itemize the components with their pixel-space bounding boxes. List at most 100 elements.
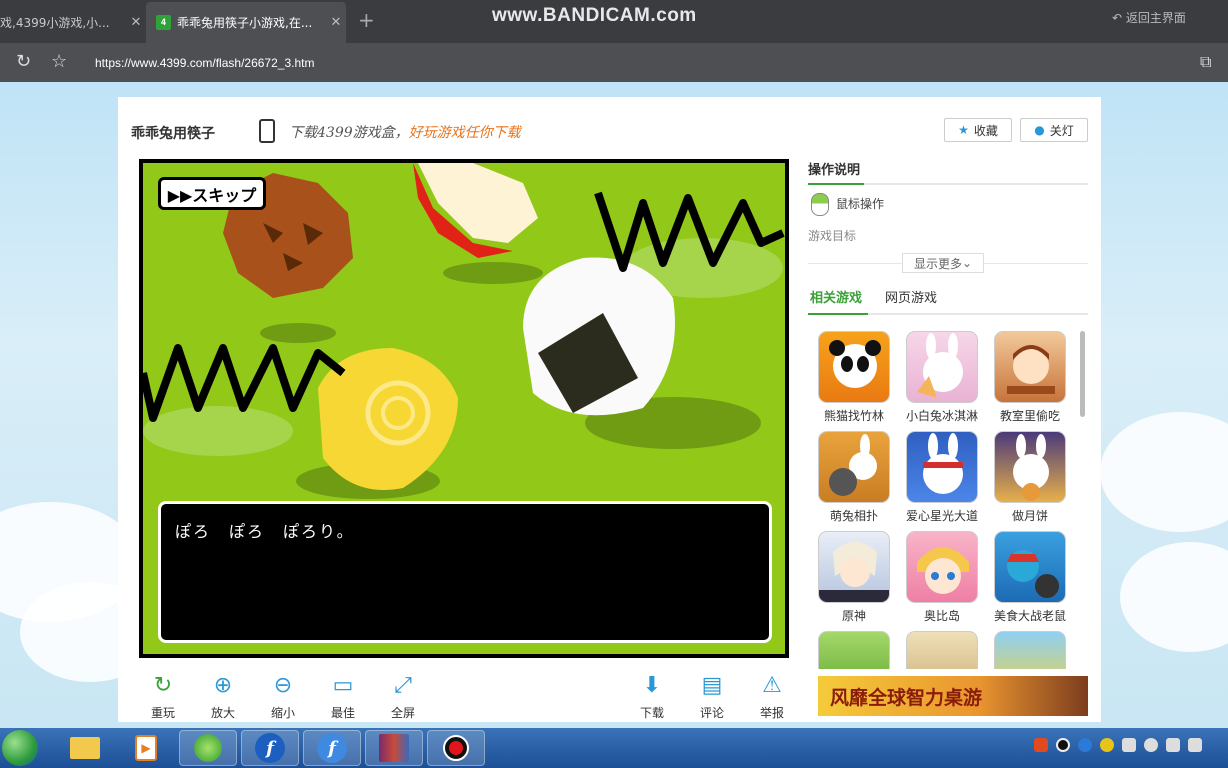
best-size-icon: ▭ (332, 672, 354, 698)
plus-tray-icon[interactable] (1100, 738, 1114, 752)
game-item[interactable]: 奥比岛 (906, 531, 978, 624)
comment-button[interactable]: ▤ 评论 (682, 670, 742, 721)
zoom-in-label: 放大 (210, 706, 235, 720)
back-arrow-icon: ↶ (1112, 11, 1126, 25)
refresh-icon[interactable]: ↻ (16, 51, 31, 72)
scrollbar[interactable] (1080, 331, 1085, 417)
zoom-out-button[interactable]: ⊖ 缩小 (253, 670, 313, 721)
fullscreen-button[interactable]: ⤢ 全屏 (373, 670, 433, 721)
input-method-icon[interactable] (1034, 738, 1048, 752)
game-item[interactable]: 做月饼 (994, 431, 1066, 524)
file-explorer-icon[interactable] (56, 730, 114, 766)
game-name[interactable]: 爱心星光大道 (906, 507, 978, 524)
game-item[interactable]: 熊猫找竹林 (818, 331, 890, 424)
help-tray-icon[interactable] (1144, 738, 1158, 752)
game-name[interactable]: 做月饼 (1012, 507, 1048, 524)
game-name[interactable]: 美食大战老鼠 (994, 607, 1066, 624)
game-thumbnail[interactable] (906, 631, 978, 669)
aobi-island-icon (917, 547, 969, 594)
tab-related-games[interactable]: 相关游戏 (810, 287, 862, 306)
game-item[interactable]: 美食大战老鼠 (994, 531, 1066, 624)
flash-debugger-icon[interactable]: f (303, 730, 361, 766)
game-name[interactable]: 原神 (842, 607, 866, 624)
star-icon: ★ (958, 123, 969, 137)
student-icon (1007, 345, 1055, 394)
panda-icon (829, 340, 881, 388)
game-thumbnail[interactable] (818, 631, 890, 669)
sumo-bunny-icon (829, 434, 877, 496)
game-thumbnail[interactable] (994, 631, 1066, 669)
best-size-button[interactable]: ▭ 最佳 (313, 670, 373, 721)
flash-player-icon[interactable]: f (241, 730, 299, 766)
clipboard-tray-icon[interactable] (1122, 738, 1136, 752)
back-home-button[interactable]: ↶ 返回主界面 (1112, 9, 1186, 26)
flash-tray-icon[interactable] (1078, 738, 1092, 752)
game-item[interactable]: 教室里偷吃 (994, 331, 1066, 424)
game-thumbnail[interactable] (994, 431, 1066, 503)
game-thumbnail[interactable] (994, 331, 1066, 403)
game-thumbnail[interactable] (906, 531, 978, 603)
game-item[interactable]: 小白兔冰淇淋 (906, 331, 978, 424)
download-button[interactable]: ⬇ 下载 (622, 670, 682, 721)
game-item[interactable] (994, 631, 1066, 669)
game-item[interactable]: 爱心星光大道 (906, 431, 978, 524)
game-item[interactable]: 萌兔相扑 (818, 431, 890, 524)
game-name[interactable]: 熊猫找竹林 (824, 407, 884, 424)
genshin-icon (819, 542, 889, 602)
replay-label: 重玩 (150, 706, 175, 720)
start-button[interactable] (2, 730, 38, 766)
zoom-out-label: 缩小 (270, 706, 295, 720)
game-thumbnail[interactable] (906, 431, 978, 503)
skip-button[interactable]: ▶▶スキップ (158, 177, 266, 210)
new-tab-button[interactable]: + (358, 8, 375, 32)
browser-tab-active[interactable]: 4 乖乖兔用筷子小游戏,在... ✕ (146, 2, 346, 43)
game-canvas[interactable]: ▶▶スキップ ぽろ ぽろ ぽろり。 (143, 163, 785, 654)
game-name[interactable]: 教室里偷吃 (1000, 407, 1060, 424)
bookmark-star-icon[interactable]: ☆ (51, 51, 67, 72)
report-button[interactable]: ⚠ 举报 (742, 670, 802, 721)
game-frame[interactable]: ▶▶スキップ ぽろ ぽろ ぽろり。 (139, 159, 789, 658)
game-panel: 乖乖兔用筷子 下载4399游戏盒，好玩游戏任你下载 ★ 收藏 ● 关灯 ▶▶スキ… (118, 97, 1101, 722)
bunny-icon (917, 333, 963, 398)
fullscreen-icon: ⤢ (394, 672, 412, 698)
url-field[interactable]: https://www.4399.com/flash/26672_3.htm (95, 56, 314, 70)
banner-text: 风靡全球智力桌游 (830, 686, 983, 709)
download-label: 下载 (639, 706, 664, 720)
game-thumbnail[interactable] (818, 331, 890, 403)
replay-button[interactable]: ↻ 重玩 (133, 670, 193, 721)
sidebar-toggle-icon[interactable]: ⧉ (1200, 52, 1211, 72)
record-tray-icon[interactable] (1056, 738, 1070, 752)
game-thumbnail[interactable] (818, 531, 890, 603)
archive-app-icon[interactable] (365, 730, 423, 766)
lights-off-button[interactable]: ● 关灯 (1020, 118, 1088, 142)
media-player-icon[interactable]: ▶ (117, 730, 175, 766)
favorite-button[interactable]: ★ 收藏 (944, 118, 1012, 142)
game-name[interactable]: 萌兔相扑 (830, 507, 878, 524)
zoom-out-icon: ⊖ (273, 672, 293, 698)
browser-taskbar-icon[interactable] (179, 730, 237, 766)
fullscreen-label: 全屏 (390, 706, 415, 720)
zoom-in-button[interactable]: ⊕ 放大 (193, 670, 253, 721)
show-more-button[interactable]: 显示更多 ⌄ (902, 253, 984, 273)
download-promo-link[interactable]: 下载4399游戏盒，好玩游戏任你下载 (289, 122, 521, 142)
game-thumbnail[interactable] (906, 331, 978, 403)
game-name[interactable]: 奥比岛 (924, 607, 960, 624)
game-item[interactable]: 原神 (818, 531, 890, 624)
game-name[interactable]: 小白兔冰淇淋 (906, 407, 978, 424)
browser-tab[interactable]: 戏,4399小游戏,小... ✕ (0, 2, 146, 43)
close-icon[interactable]: ✕ (326, 15, 346, 30)
game-item[interactable] (818, 631, 890, 669)
close-icon[interactable]: ✕ (126, 15, 146, 30)
game-thumbnail[interactable] (818, 431, 890, 503)
record-app-icon[interactable] (427, 730, 485, 766)
tab-title: 戏,4399小游戏,小... (0, 16, 110, 30)
favorite-label: 收藏 (973, 123, 998, 138)
game-thumbnail[interactable] (994, 531, 1066, 603)
site-favicon-icon: 4 (156, 15, 171, 30)
network-icon[interactable] (1166, 738, 1180, 752)
volume-icon[interactable] (1188, 738, 1202, 752)
instructions-title: 操作说明 (808, 163, 861, 178)
tab-web-games[interactable]: 网页游戏 (885, 287, 937, 306)
game-item[interactable] (906, 631, 978, 669)
ad-banner[interactable]: 风靡全球智力桌游 (818, 676, 1088, 716)
